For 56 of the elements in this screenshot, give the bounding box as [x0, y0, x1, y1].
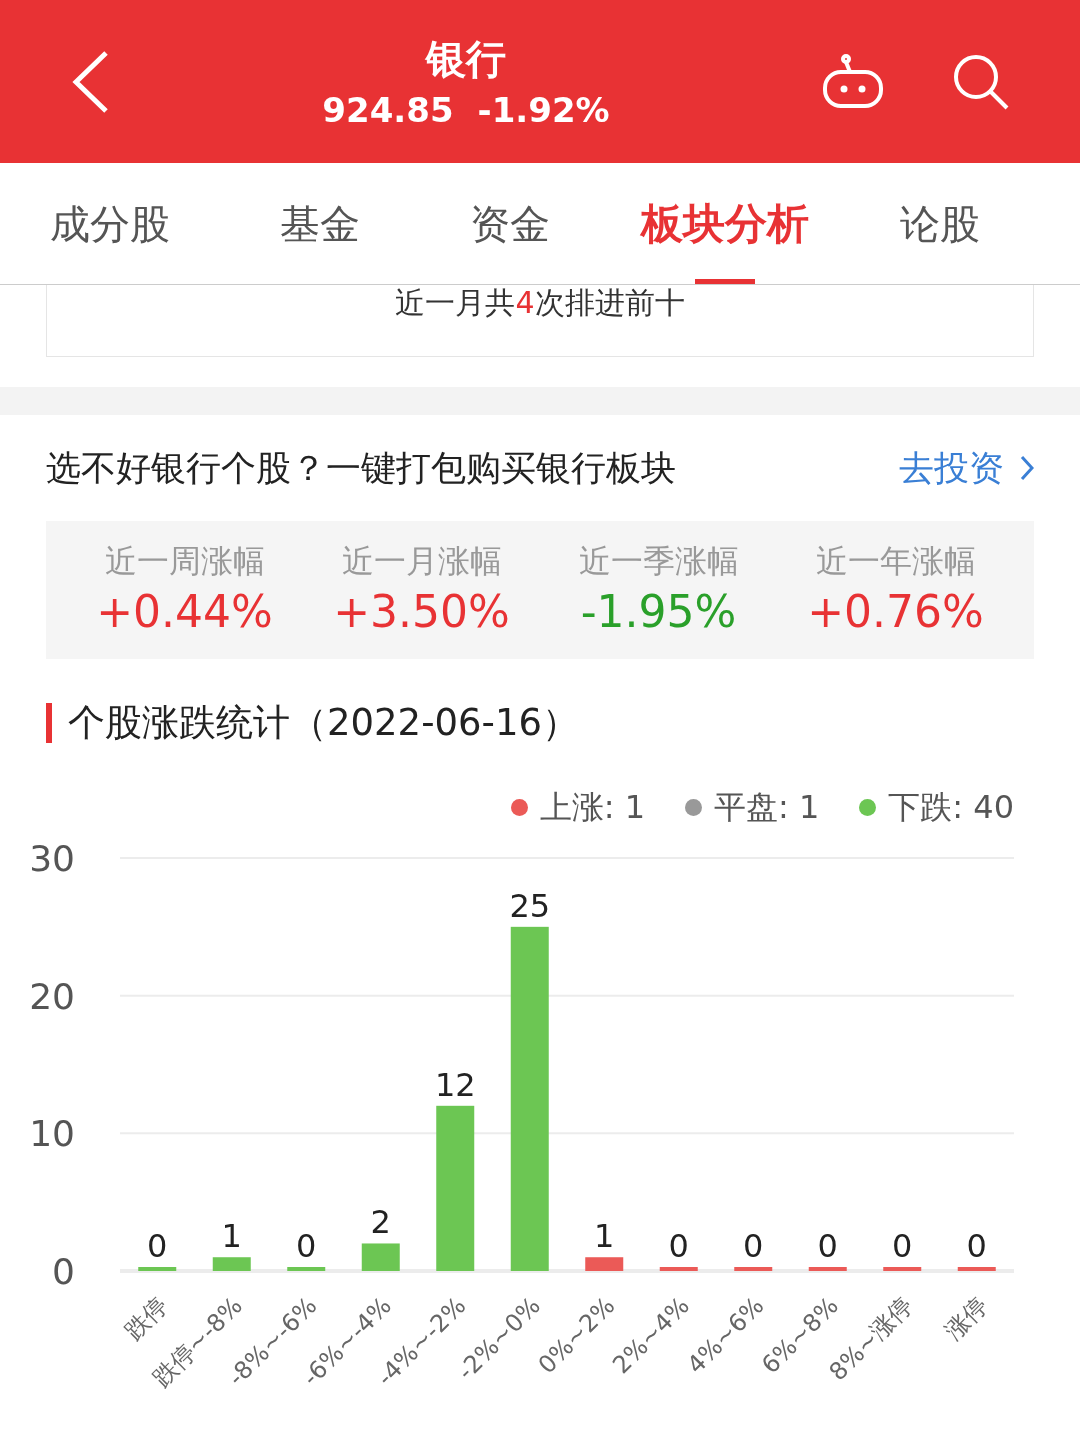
x-axis-label: 跌停	[119, 1291, 174, 1346]
back-icon[interactable]	[70, 49, 110, 114]
index-price: 924.85	[322, 88, 454, 132]
legend-label: 上涨: 1	[539, 787, 645, 828]
promo-title: 选不好银行个股？一键打包购买银行板块	[46, 446, 676, 490]
zero-marker	[659, 1267, 698, 1271]
search-icon[interactable]	[952, 52, 1010, 111]
y-axis-label: 10	[29, 1113, 75, 1155]
bar-value: 0	[743, 1227, 764, 1265]
bar-value: 25	[509, 886, 551, 925]
bar-value: 0	[892, 1227, 913, 1265]
bar	[585, 1257, 624, 1271]
bar	[361, 1243, 400, 1271]
bar-value: 1	[221, 1217, 242, 1256]
stat-value: +0.76%	[807, 585, 984, 639]
bar-value: 12	[434, 1065, 476, 1104]
tab[interactable]: 论股	[850, 163, 1030, 284]
zero-marker	[287, 1267, 326, 1271]
stat-label: 近一年涨幅	[815, 541, 976, 582]
stat-value: -1.95%	[580, 585, 737, 639]
bar-value: 0	[147, 1227, 168, 1265]
section-marker	[46, 703, 52, 743]
y-axis-label: 30	[29, 841, 75, 879]
rank-note: 近一月共4次排进前十	[395, 285, 685, 322]
invest-link[interactable]: 去投资	[899, 441, 1034, 495]
tab[interactable]: 资金	[420, 163, 600, 284]
zero-marker	[808, 1267, 847, 1271]
zero-marker	[883, 1267, 922, 1271]
stat-value: +0.44%	[96, 585, 273, 639]
bar-value: 0	[966, 1227, 987, 1265]
bar	[212, 1257, 251, 1271]
bar-value: 2	[370, 1203, 391, 1242]
stat-label: 近一周涨幅	[104, 541, 265, 582]
bar-value: 1	[594, 1217, 615, 1256]
robot-icon[interactable]	[822, 53, 884, 110]
bar-value: 0	[817, 1227, 838, 1265]
tab[interactable]: 成分股	[0, 163, 220, 284]
x-axis-label: 涨停	[939, 1291, 993, 1346]
stat-label: 近一季涨幅	[578, 541, 739, 582]
bar-value: 0	[296, 1227, 317, 1265]
page-title: 银行	[426, 34, 506, 84]
tab[interactable]: 基金	[220, 163, 420, 284]
index-change: -1.92%	[477, 88, 610, 132]
y-axis-label: 20	[29, 975, 75, 1017]
zero-marker	[957, 1267, 996, 1271]
legend-label: 下跌: 40	[888, 787, 1014, 828]
zero-marker	[734, 1267, 773, 1271]
y-axis-label: 0	[52, 1251, 75, 1292]
bar-value: 0	[668, 1227, 689, 1265]
chevron-right-icon	[1020, 455, 1034, 481]
legend-label: 平盘: 1	[714, 787, 820, 828]
zero-marker	[138, 1267, 177, 1271]
section-title: 个股涨跌统计（2022-06-16）	[68, 700, 580, 747]
stat-label: 近一月涨幅	[341, 541, 502, 582]
stat-value: +3.50%	[333, 585, 510, 639]
tab[interactable]: 板块分析	[600, 163, 850, 284]
